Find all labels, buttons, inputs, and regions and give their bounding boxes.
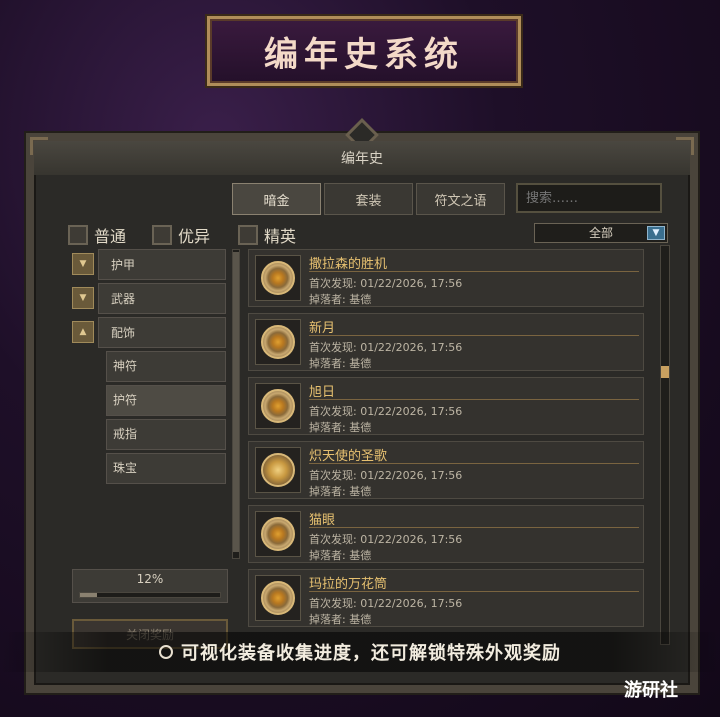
filter-normal-checkbox[interactable] bbox=[68, 225, 88, 245]
amulet-icon bbox=[255, 511, 301, 557]
title-banner: 编年史系统 bbox=[207, 16, 521, 86]
tab-bar: 暗金 套装 符文之语 bbox=[232, 183, 505, 215]
item-first-found: 首次发现: 01/22/2026, 17:56 bbox=[309, 405, 463, 418]
panel-title: 编年史 bbox=[341, 151, 383, 167]
filter-exceptional[interactable]: 优异 bbox=[152, 223, 210, 247]
filter-elite[interactable]: 精英 bbox=[238, 223, 296, 247]
category-weapons[interactable]: 武器 bbox=[98, 283, 226, 314]
panel-header: 编年史 bbox=[34, 141, 690, 175]
toggle-armor-icon[interactable]: ▼ bbox=[72, 253, 94, 275]
category-scrollbar-thumb[interactable] bbox=[233, 252, 239, 552]
banner-title: 编年史系统 bbox=[264, 34, 464, 75]
list-item[interactable]: 新月 首次发现: 01/22/2026, 17:56 掉落者: 基德 bbox=[248, 313, 644, 371]
item-dropped-by: 掉落者: 基德 bbox=[309, 549, 372, 562]
item-name: 撒拉森的胜机 bbox=[309, 257, 388, 272]
item-dropped-by: 掉落者: 基德 bbox=[309, 613, 372, 626]
subcategory-charms[interactable]: 神符 bbox=[106, 351, 226, 382]
item-dropped-by: 掉落者: 基德 bbox=[309, 357, 372, 370]
chevron-down-icon[interactable]: ▼ bbox=[647, 226, 665, 240]
item-first-found: 首次发现: 01/22/2026, 17:56 bbox=[309, 597, 463, 610]
progress-fill bbox=[80, 593, 97, 597]
corner-ornament bbox=[30, 137, 48, 155]
amulet-icon bbox=[255, 255, 301, 301]
item-first-found: 首次发现: 01/22/2026, 17:56 bbox=[309, 341, 463, 354]
filter-normal[interactable]: 普通 bbox=[68, 223, 126, 247]
collection-progress: 12% bbox=[72, 569, 228, 603]
list-item[interactable]: 撒拉森的胜机 首次发现: 01/22/2026, 17:56 掉落者: 基德 bbox=[248, 249, 644, 307]
item-list: 撒拉森的胜机 首次发现: 01/22/2026, 17:56 掉落者: 基德 新… bbox=[248, 249, 646, 643]
subcategory-jewels[interactable]: 珠宝 bbox=[106, 453, 226, 484]
dropdown-value: 全部 bbox=[588, 226, 613, 240]
search-input[interactable] bbox=[516, 183, 662, 213]
corner-ornament bbox=[676, 137, 694, 155]
tab-set[interactable]: 套装 bbox=[324, 183, 413, 215]
item-dropped-by: 掉落者: 基德 bbox=[309, 485, 372, 498]
item-first-found: 首次发现: 01/22/2026, 17:56 bbox=[309, 533, 463, 546]
category-accessories[interactable]: 配饰 bbox=[98, 317, 226, 348]
caption-bar: 可视化装备收集进度，还可解锁特殊外观奖励 bbox=[0, 632, 720, 672]
amulet-icon bbox=[255, 319, 301, 365]
filter-elite-checkbox[interactable] bbox=[238, 225, 258, 245]
item-name: 玛拉的万花筒 bbox=[309, 577, 388, 592]
list-item[interactable]: 旭日 首次发现: 01/22/2026, 17:56 掉落者: 基德 bbox=[248, 377, 644, 435]
item-first-found: 首次发现: 01/22/2026, 17:56 bbox=[309, 277, 463, 290]
list-item[interactable]: 猫眼 首次发现: 01/22/2026, 17:56 掉落者: 基德 bbox=[248, 505, 644, 563]
category-scrollbar[interactable] bbox=[232, 249, 240, 559]
tab-runeword[interactable]: 符文之语 bbox=[416, 183, 505, 215]
circle-icon bbox=[159, 645, 173, 659]
toggle-accessories-icon[interactable]: ▲ bbox=[72, 321, 94, 343]
filter-dropdown[interactable]: 全部 ▼ bbox=[534, 223, 668, 243]
subcategory-amulets[interactable]: 护符 bbox=[106, 385, 226, 416]
chronicle-panel: 编年史 暗金 套装 符文之语 普通 优异 精英 全部 ▼ ▼ 护甲 ▼ 武器 ▲… bbox=[26, 118, 698, 693]
item-dropped-by: 掉落者: 基德 bbox=[309, 293, 372, 306]
amulet-icon bbox=[255, 575, 301, 621]
amulet-icon bbox=[255, 383, 301, 429]
item-list-scrollbar[interactable] bbox=[660, 245, 670, 645]
list-item[interactable]: 炽天使的圣歌 首次发现: 01/22/2026, 17:56 掉落者: 基德 bbox=[248, 441, 644, 499]
filter-exceptional-checkbox[interactable] bbox=[152, 225, 172, 245]
progress-bar bbox=[79, 592, 221, 598]
toggle-weapons-icon[interactable]: ▼ bbox=[72, 287, 94, 309]
item-name: 猫眼 bbox=[309, 513, 336, 528]
progress-label: 12% bbox=[136, 572, 164, 586]
tab-unique[interactable]: 暗金 bbox=[232, 183, 321, 215]
item-dropped-by: 掉落者: 基德 bbox=[309, 421, 372, 434]
category-armor[interactable]: 护甲 bbox=[98, 249, 226, 280]
list-item[interactable]: 玛拉的万花筒 首次发现: 01/22/2026, 17:56 掉落者: 基德 bbox=[248, 569, 644, 627]
item-name: 新月 bbox=[309, 321, 336, 336]
subcategory-rings[interactable]: 戒指 bbox=[106, 419, 226, 450]
caption-text: 可视化装备收集进度，还可解锁特殊外观奖励 bbox=[181, 643, 561, 664]
item-first-found: 首次发现: 01/22/2026, 17:56 bbox=[309, 469, 463, 482]
item-list-scrollbar-thumb[interactable] bbox=[661, 366, 669, 378]
item-name: 炽天使的圣歌 bbox=[309, 449, 388, 464]
watermark: 游研社 bbox=[624, 680, 678, 701]
sun-amulet-icon bbox=[255, 447, 301, 493]
item-name: 旭日 bbox=[309, 385, 336, 400]
